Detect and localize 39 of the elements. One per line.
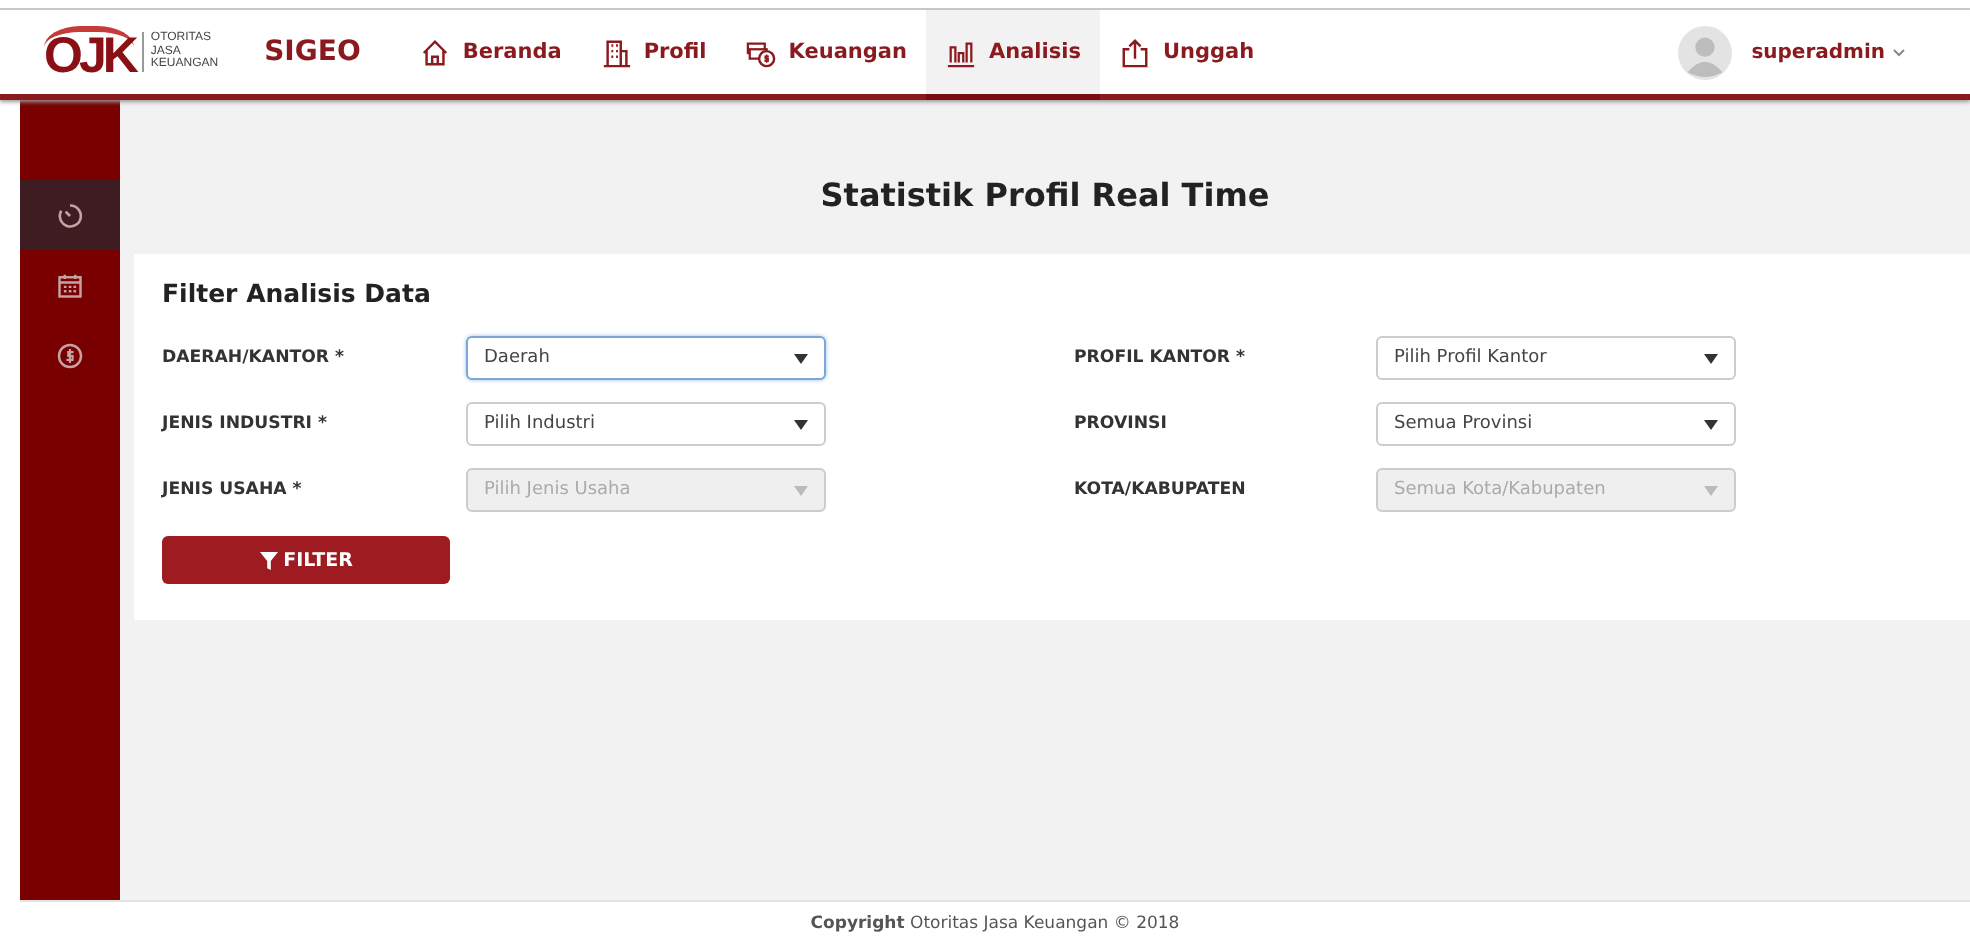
field-label: KOTA/KABUPATEN [1074,480,1248,500]
nav-tab[interactable]: Keuangan [726,10,927,100]
filter-icon [259,551,278,569]
filter-button[interactable]: FILTER [162,536,450,584]
building-icon [601,37,632,67]
caret-icon [1704,353,1718,363]
calendar-icon [56,271,84,299]
timer-icon [56,201,84,229]
sidebar-item[interactable] [20,180,120,250]
select-field[interactable]: Pilih Industri [466,402,826,446]
home-icon [420,37,451,67]
caret-icon [1704,419,1718,429]
dollar-coin-icon [56,341,84,369]
card-title: Filter Analisis Data [162,278,433,308]
nav-tab[interactable]: Beranda [400,10,582,100]
logo-mark: OJK [44,25,135,79]
caret-icon [794,353,808,363]
nav-tab[interactable]: Unggah [1100,10,1275,100]
bar-chart-icon [946,37,977,67]
copyright-text: Copyright Otoritas Jasa Keuangan © 2018 [810,914,1180,934]
field-label: JENIS USAHA * [162,480,304,500]
caret-icon [794,485,808,495]
field-label: PROFIL KANTOR * [1074,348,1248,368]
select-field[interactable]: Daerah [466,336,826,380]
nav-tab[interactable]: Profil [581,10,727,100]
page-title: Statistik Profil Real Time [818,176,1272,214]
field-label: DAERAH/KANTOR * [162,348,347,368]
app-name: SIGEO [264,36,361,68]
select-field[interactable]: Semua Provinsi [1376,402,1736,446]
select-field[interactable]: Pilih Profil Kantor [1376,336,1736,380]
field-label: JENIS INDUSTRI * [162,414,329,434]
upload-icon [1120,37,1151,67]
field-label: PROVINSI [1074,414,1169,434]
caret-icon [794,419,808,429]
caret-icon [1704,485,1718,495]
nav-tab[interactable]: Analisis [926,10,1101,100]
money-icon [746,37,777,67]
user-menu[interactable]: superadmin [1751,41,1906,63]
chevron-down-icon [1892,47,1906,57]
